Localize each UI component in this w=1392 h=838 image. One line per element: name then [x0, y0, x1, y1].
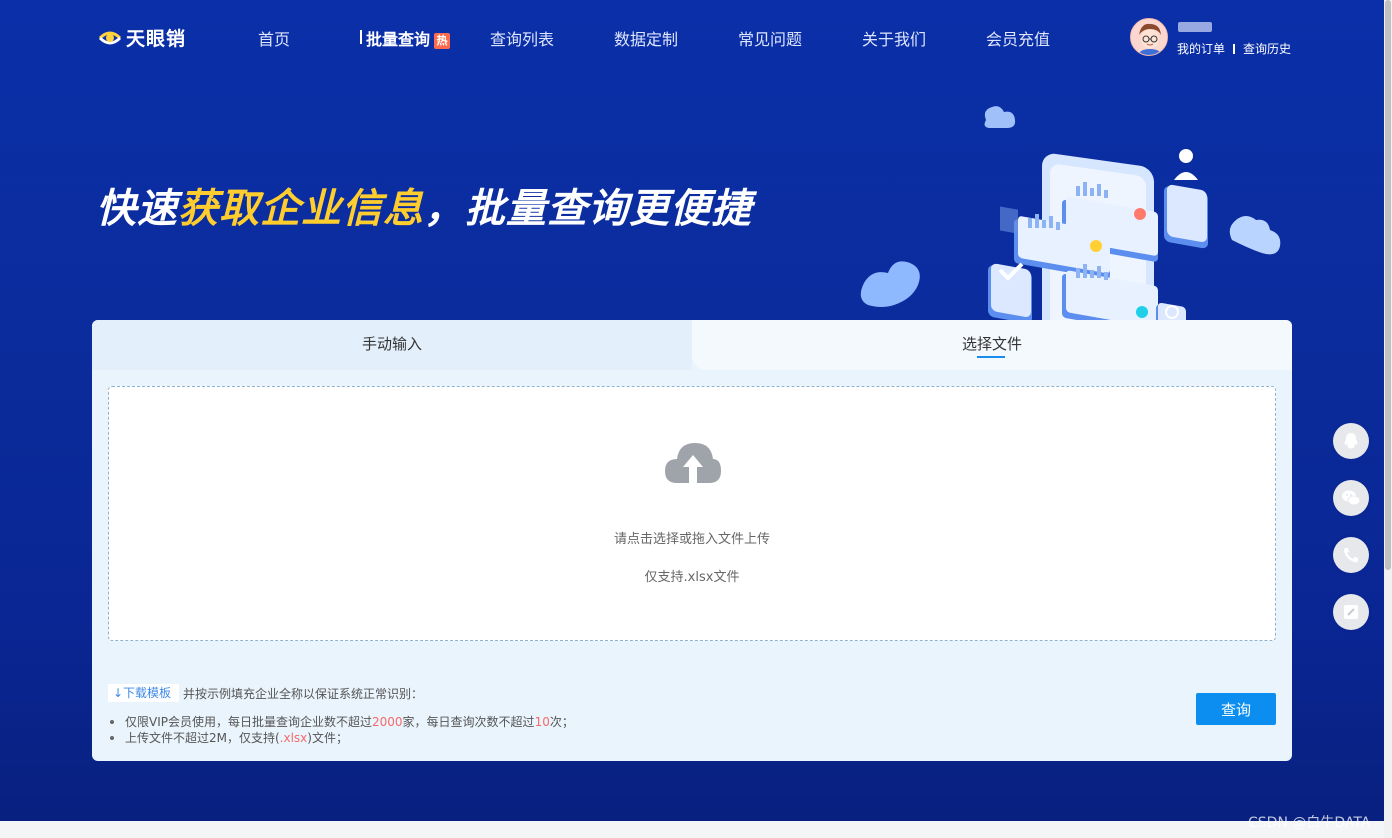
qq-icon: [1344, 433, 1358, 449]
note-text: 次；: [549, 715, 574, 729]
logo-text: 天眼销: [126, 28, 187, 50]
slogan-part2: ，批量查询更便捷: [424, 186, 752, 232]
nav-faq[interactable]: 常见问题: [738, 26, 802, 50]
nav-batch-query[interactable]: 批量查询热: [359, 26, 451, 50]
company-limit: 2000: [372, 715, 403, 729]
upload-format-hint: 仅支持.xlsx文件: [644, 570, 740, 585]
query-button[interactable]: 查询: [1196, 693, 1276, 725]
note-text: 家，每日查询次数不超过: [402, 715, 535, 729]
query-times-limit: 10: [534, 715, 550, 729]
note-text: 仅限VIP会员使用，每日批量查询企业数不超过: [125, 715, 372, 729]
cloud-icon: [1229, 216, 1281, 255]
tab-select-file[interactable]: 选择文件: [692, 320, 1292, 370]
note-item: 仅限VIP会员使用，每日批量查询企业数不超过2000家，每日查询次数不超过10次…: [108, 714, 574, 730]
logo[interactable]: 天眼销: [98, 24, 186, 51]
wechat-icon: [1342, 490, 1361, 506]
qq-button[interactable]: [1333, 423, 1369, 459]
wechat-button[interactable]: [1333, 480, 1369, 516]
feedback-button[interactable]: [1333, 594, 1369, 630]
nav-recharge[interactable]: 会员充值: [986, 26, 1050, 50]
feedback-icon: [1344, 605, 1358, 619]
tab-manual-input-label: 手动输入: [361, 335, 422, 353]
hero-slogan: 快速获取企业信息，批量查询更便捷: [96, 176, 752, 234]
cloud-icon: [860, 261, 920, 307]
download-template-link[interactable]: ↓下载模板: [108, 684, 180, 702]
nav-about[interactable]: 关于我们: [862, 26, 926, 50]
nav-home[interactable]: 首页: [258, 26, 290, 50]
download-template-desc: 并按示例填充企业全称以保证系统正常识别：: [183, 687, 424, 701]
note-text: )文件；: [307, 731, 348, 745]
link-divider: [1233, 44, 1236, 54]
query-history-link[interactable]: 查询历史: [1243, 42, 1291, 56]
nav-data-custom[interactable]: 数据定制: [614, 26, 678, 50]
nav-query-list[interactable]: 查询列表: [490, 26, 554, 50]
hero-illustration: [860, 106, 1281, 322]
input-mode-tabs: 手动输入 选择文件: [92, 320, 1292, 370]
scrollbar[interactable]: [1384, 0, 1392, 838]
usage-notes: 仅限VIP会员使用，每日批量查询企业数不超过2000家，每日查询次数不超过10次…: [108, 714, 574, 746]
check-card-icon: [988, 262, 1032, 322]
cloud-upload-icon: [665, 443, 721, 483]
avatar[interactable]: [1130, 18, 1168, 56]
user-card-icon: [1164, 149, 1208, 249]
slogan-highlight: 获取企业信息: [178, 186, 424, 232]
page-footer-strip: [0, 821, 1384, 838]
hot-badge: 热: [434, 33, 451, 49]
upload-hint: 请点击选择或拖入文件上传: [613, 532, 770, 547]
note-text: 上传文件不超过2M，仅支持(: [125, 731, 280, 745]
scrollbar-thumb[interactable]: [1385, 0, 1391, 570]
nav-batch-query-label: 批量查询: [366, 30, 431, 49]
cloud-icon: [984, 106, 1016, 128]
note-item: 上传文件不超过2M，仅支持(.xlsx)文件；: [108, 730, 574, 746]
active-tab-indicator: [977, 356, 1005, 358]
slogan-part1: 快速: [96, 186, 178, 232]
phone-icon: [1344, 548, 1358, 563]
hero-banner: 天眼销 首页 批量查询热 查询列表 数据定制 常见问题 关于我们 会员充值 我的: [0, 0, 1384, 821]
tab-manual-input[interactable]: 手动输入: [92, 320, 692, 370]
my-orders-link[interactable]: 我的订单: [1177, 42, 1225, 56]
user-links: 我的订单 查询历史: [1177, 40, 1291, 57]
watermark: CSDN @白牛DATA: [1248, 815, 1371, 831]
file-extension: .xlsx: [279, 731, 308, 745]
tab-select-file-label: 选择文件: [961, 335, 1022, 353]
logo-eye-icon: [98, 26, 122, 50]
file-dropzone[interactable]: 请点击选择或拖入文件上传 仅支持.xlsx文件: [108, 386, 1276, 641]
phone-button[interactable]: [1333, 537, 1369, 573]
batch-query-panel: 手动输入 选择文件 请点击选择或拖入文件上传 仅支持.xlsx文件 ↓下载模板 …: [92, 320, 1292, 761]
user-name-masked: [1178, 22, 1212, 32]
